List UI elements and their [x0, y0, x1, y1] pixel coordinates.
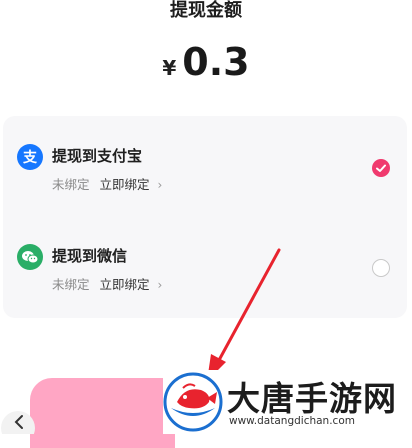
currency-symbol: ¥ — [162, 56, 177, 80]
amount-value: 0.3 — [182, 40, 250, 84]
check-icon — [376, 164, 386, 172]
bind-status-text: 未绑定 — [52, 177, 90, 192]
option-label: 提现到支付宝 — [52, 147, 143, 165]
option-bind-status: 未绑定 立即绑定 › — [52, 274, 162, 293]
fish-logo-icon — [163, 372, 223, 432]
option-label: 提现到微信 — [52, 247, 128, 265]
alipay-icon: 支 — [17, 144, 43, 170]
watermark-title: 大唐手游网 — [227, 379, 397, 418]
radio-unchecked[interactable] — [372, 259, 390, 277]
page-title: 提现金额 — [170, 0, 242, 21]
back-arrow-icon[interactable] — [0, 400, 36, 445]
watermark: 大唐手游网 www.datangdichan.com — [163, 370, 412, 434]
bind-now-link[interactable]: 立即绑定 — [100, 277, 150, 292]
withdraw-method-card: 支 提现到支付宝 未绑定 立即绑定 › 提现到微信 未绑定 立即绑定 › — [3, 116, 407, 318]
radio-checked[interactable] — [372, 159, 390, 177]
withdraw-button[interactable] — [30, 378, 175, 448]
chevron-right-icon: › — [157, 178, 163, 192]
bind-now-link[interactable]: 立即绑定 — [100, 177, 150, 192]
chevron-right-icon: › — [157, 278, 163, 292]
option-wechat[interactable]: 提现到微信 未绑定 立即绑定 › — [3, 240, 407, 310]
option-bind-status: 未绑定 立即绑定 › — [52, 174, 162, 193]
svg-text:支: 支 — [22, 149, 38, 166]
option-alipay[interactable]: 支 提现到支付宝 未绑定 立即绑定 › — [3, 140, 407, 210]
amount-display: ¥ 0.3 — [0, 40, 412, 90]
bind-status-text: 未绑定 — [52, 277, 90, 292]
wechat-icon — [17, 244, 43, 270]
watermark-url: www.datangdichan.com — [229, 415, 355, 427]
